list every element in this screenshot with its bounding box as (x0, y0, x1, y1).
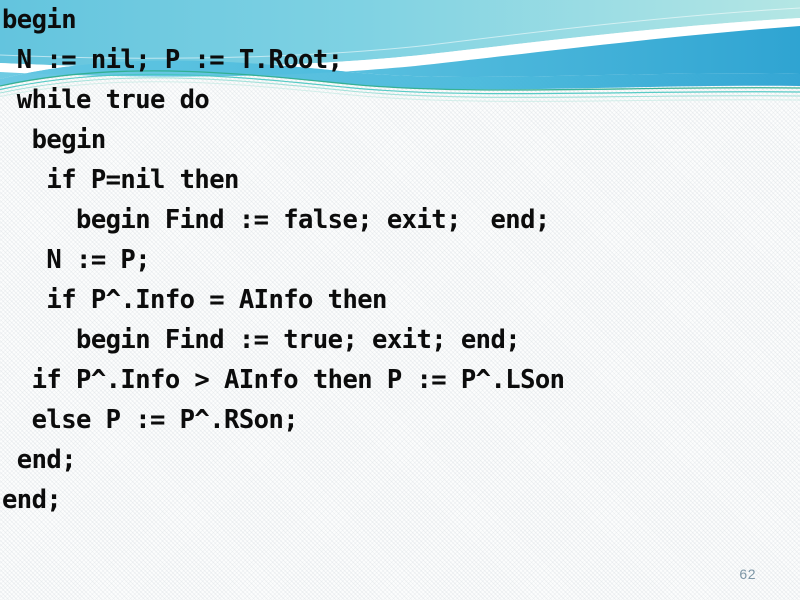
code-line: N := nil; P := T.Root; (2, 45, 343, 75)
presentation-slide: begin N := nil; P := T.Root; while true … (0, 0, 800, 600)
code-line: N := P; (2, 245, 151, 275)
code-line: if P^.Info > AInfo then P := P^.LSon (2, 365, 565, 395)
code-line: end; (2, 485, 62, 515)
code-line: begin (2, 5, 77, 35)
code-line: if P=nil then (2, 165, 239, 195)
code-line: end; (2, 445, 77, 475)
code-line: if P^.Info = AInfo then (2, 285, 387, 315)
page-number: 62 (739, 566, 756, 582)
code-line: begin Find := true; exit; end; (2, 325, 521, 355)
code-line: begin Find := false; exit; end; (2, 205, 550, 235)
code-line: while true do (2, 85, 210, 115)
code-line: begin (2, 125, 107, 155)
code-block: begin N := nil; P := T.Root; while true … (0, 0, 800, 520)
code-line: else P := P^.RSon; (2, 405, 299, 435)
